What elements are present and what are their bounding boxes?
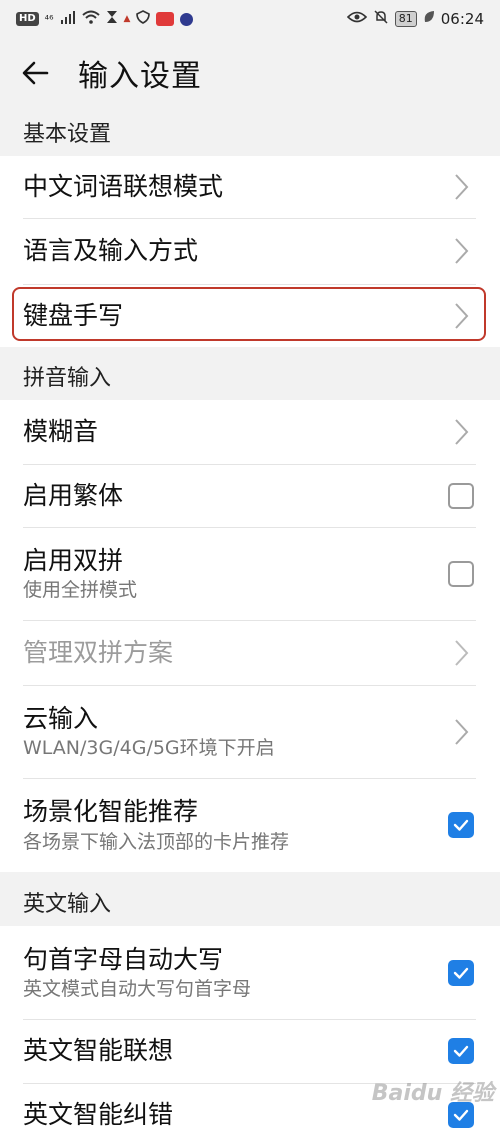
battery-level: 81 [394, 11, 417, 27]
row-subtitle: 各场景下输入法顶部的卡片推荐 [23, 830, 290, 853]
circle-app-icon [180, 12, 194, 26]
row-title: 语言及输入方式 [23, 236, 199, 266]
row-title: 句首字母自动大写 [23, 944, 224, 974]
checkmark-icon [453, 819, 469, 831]
chevron-right-icon [446, 639, 476, 667]
auto-capitalize-checkbox[interactable] [448, 959, 474, 986]
row-title: 键盘手写 [23, 300, 124, 330]
row-subtitle: 使用全拼模式 [23, 579, 138, 602]
row-title: 场景化智能推荐 [23, 797, 199, 827]
row-subtitle: WLAN/3G/4G/5G环境下开启 [23, 737, 275, 760]
section-pinyin-label: 拼音输入 [23, 366, 112, 391]
row-scene-recommend[interactable]: 场景化智能推荐 各场景下输入法顶部的卡片推荐 [0, 778, 500, 872]
mute-bell-icon [373, 9, 389, 29]
leaf-icon [423, 10, 435, 28]
status-bar: HD ⁴⁶ ▲ 81 06:24 [0, 0, 500, 38]
network-type: ⁴⁶ [44, 12, 54, 26]
row-title: 模糊音 [23, 417, 99, 447]
english-association-checkbox[interactable] [448, 1038, 474, 1064]
page-title: 输入设置 [78, 59, 202, 94]
scene-recommend-checkbox[interactable] [448, 812, 474, 838]
back-button[interactable] [0, 38, 70, 108]
traditional-checkbox[interactable] [448, 482, 474, 509]
red-app-icon [156, 12, 175, 26]
section-basic-label: 基本设置 [23, 122, 112, 147]
chevron-right-icon [446, 418, 476, 446]
row-title: 启用双拼 [23, 545, 124, 575]
back-arrow-icon [22, 61, 49, 85]
wifi-icon [81, 10, 100, 28]
row-title: 管理双拼方案 [23, 637, 174, 667]
row-manage-double-pinyin[interactable]: 管理双拼方案 [0, 620, 500, 685]
double-pinyin-checkbox[interactable] [448, 560, 474, 587]
row-subtitle: 英文模式自动大写句首字母 [23, 978, 252, 1001]
row-fuzzy-pinyin[interactable]: 模糊音 [0, 400, 500, 464]
row-language-input-method[interactable]: 语言及输入方式 [0, 218, 500, 284]
chevron-right-icon [446, 718, 476, 746]
english-settings-card: 句首字母自动大写 英文模式自动大写句首字母 英文智能联想 英文智能纠错 [0, 926, 500, 1147]
checkmark-icon [453, 967, 469, 979]
row-chinese-association[interactable]: 中文词语联想模式 [0, 156, 500, 218]
checkmark-icon [453, 1045, 469, 1057]
chevron-right-icon [446, 237, 476, 265]
pinyin-settings-card: 模糊音 启用繁体 启用双拼 使用全拼模式 管理双拼方案 云输入 WLAN/3G/… [0, 400, 500, 872]
row-traditional-chinese[interactable]: 启用繁体 [0, 464, 500, 527]
row-cloud-input[interactable]: 云输入 WLAN/3G/4G/5G环境下开启 [0, 685, 500, 778]
row-title: 中文词语联想模式 [23, 172, 224, 202]
eye-icon [346, 10, 367, 28]
row-keyboard-handwriting[interactable]: 键盘手写 [0, 284, 500, 347]
hd-badge: HD [16, 12, 39, 26]
status-left: HD ⁴⁶ ▲ [16, 10, 194, 28]
clock-time: 06:24 [440, 10, 484, 28]
row-double-pinyin[interactable]: 启用双拼 使用全拼模式 [0, 527, 500, 620]
shield-icon [136, 10, 151, 28]
app-icon: ▲ [123, 14, 131, 24]
chevron-right-icon [446, 302, 476, 330]
row-title: 英文智能联想 [23, 1036, 174, 1066]
checkmark-icon [453, 1109, 469, 1121]
row-title: 云输入 [23, 703, 99, 733]
section-english-label: 英文输入 [23, 892, 112, 917]
row-title: 启用繁体 [23, 480, 124, 510]
watermark: Baidu 经验 [371, 1081, 494, 1106]
hourglass-icon [106, 10, 118, 28]
chevron-right-icon [446, 173, 476, 201]
status-right: 81 06:24 [346, 9, 484, 29]
header: 输入设置 [0, 38, 500, 108]
signal-icon [60, 10, 76, 28]
row-english-association[interactable]: 英文智能联想 [0, 1019, 500, 1083]
basic-settings-card: 中文词语联想模式 语言及输入方式 键盘手写 [0, 156, 500, 347]
row-auto-capitalize[interactable]: 句首字母自动大写 英文模式自动大写句首字母 [0, 926, 500, 1019]
